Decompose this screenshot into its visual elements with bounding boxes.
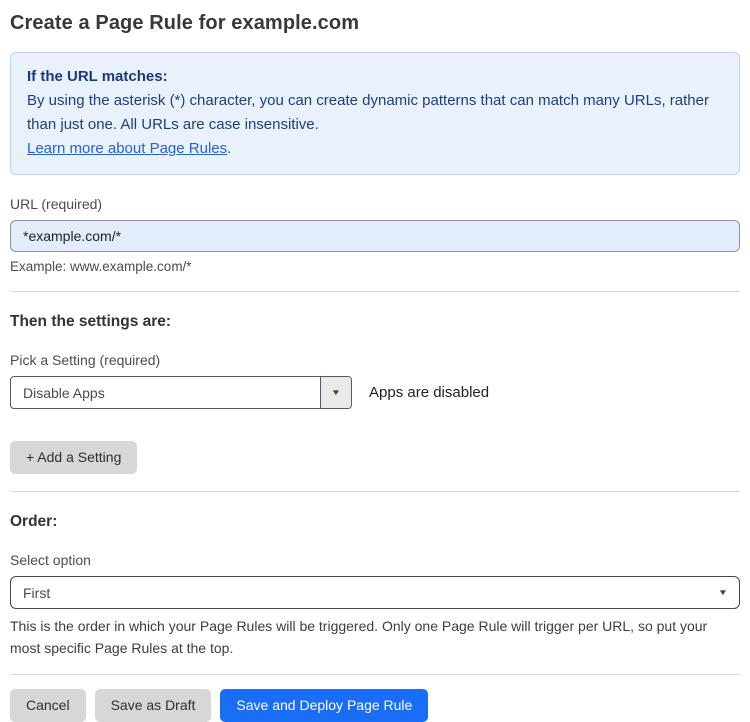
save-and-deploy-button[interactable]: Save and Deploy Page Rule	[220, 689, 429, 722]
setting-dropdown-arrow-button[interactable]: ▼	[320, 377, 351, 408]
divider	[10, 491, 740, 492]
url-input[interactable]	[10, 220, 740, 252]
setting-status-text: Apps are disabled	[369, 384, 490, 401]
setting-dropdown[interactable]: Disable Apps ▼	[10, 376, 352, 409]
setting-row: Disable Apps ▼ Apps are disabled	[10, 376, 740, 409]
link-period: .	[227, 140, 232, 157]
pick-setting-label: Pick a Setting (required)	[10, 352, 161, 368]
info-box-body: By using the asterisk (*) character, you…	[27, 92, 709, 133]
learn-more-link[interactable]: Learn more about Page Rules	[27, 140, 227, 157]
setting-dropdown-value: Disable Apps	[23, 384, 105, 401]
info-box-heading: If the URL matches:	[27, 68, 168, 85]
url-example-text: Example: www.example.com/*	[10, 259, 192, 274]
divider	[10, 291, 740, 292]
add-setting-button[interactable]: + Add a Setting	[10, 441, 138, 474]
order-select-label: Select option	[10, 552, 91, 568]
order-helper-text: This is the order in which your Page Rul…	[10, 618, 708, 656]
divider	[10, 674, 740, 675]
save-as-draft-button[interactable]: Save as Draft	[94, 689, 212, 722]
url-match-info-box: If the URL matches: By using the asteris…	[10, 52, 740, 175]
settings-section-heading: Then the settings are:	[10, 313, 172, 330]
page-title: Create a Page Rule for example.com	[10, 12, 360, 34]
order-select-value: First	[23, 584, 51, 601]
cancel-button[interactable]: Cancel	[10, 689, 86, 722]
info-box-link-line: Learn more about Page Rules.	[27, 137, 723, 161]
chevron-down-icon: ▼	[330, 387, 342, 397]
url-field-label: URL (required)	[10, 196, 103, 212]
footer-actions: Cancel Save as Draft Save and Deploy Pag…	[10, 689, 740, 722]
order-section-heading: Order:	[10, 513, 58, 530]
chevron-down-icon: ▼	[717, 587, 729, 597]
order-select[interactable]: First ▼	[10, 576, 740, 609]
